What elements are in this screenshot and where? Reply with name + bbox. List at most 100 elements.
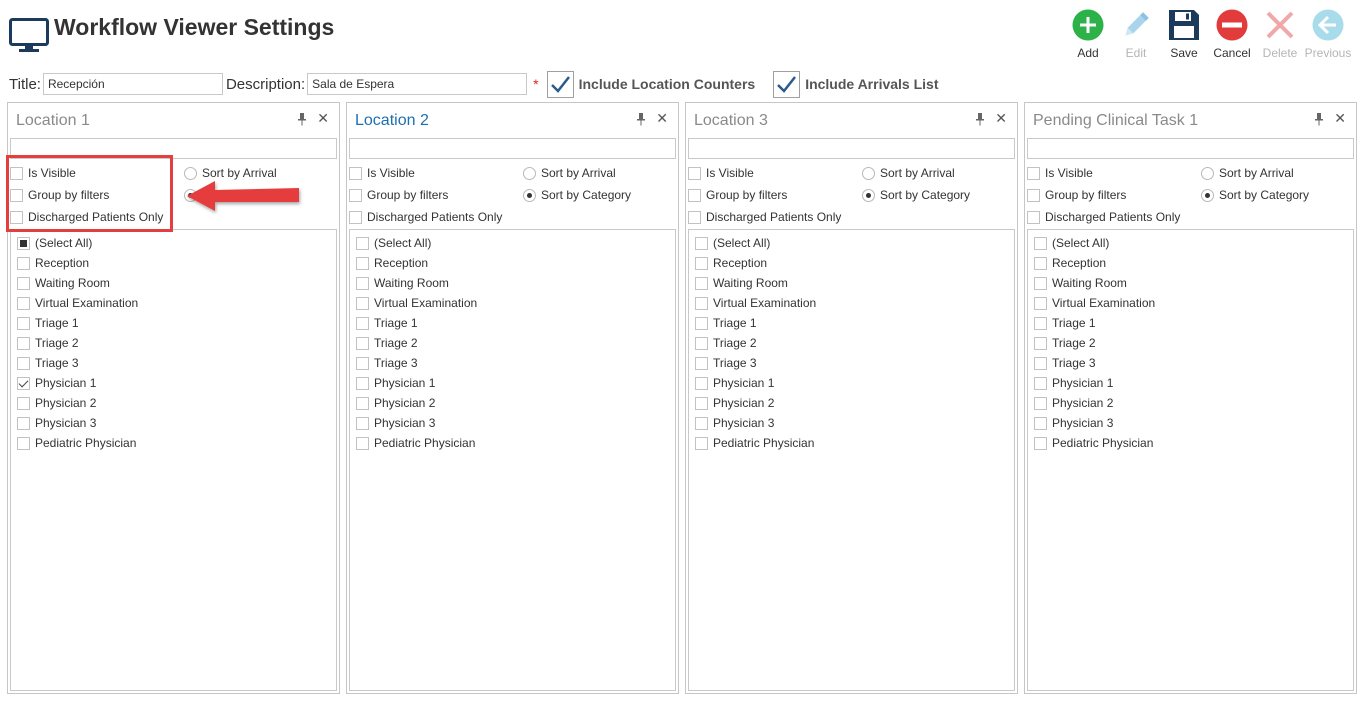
list-item[interactable]: Reception (350, 253, 675, 273)
list-item-checkbox[interactable] (1034, 336, 1047, 350)
pin-icon[interactable] (636, 112, 646, 126)
list-item-checkbox[interactable] (1034, 316, 1047, 330)
list-item[interactable]: Virtual Examination (11, 293, 336, 313)
list-item-checkbox[interactable] (356, 356, 369, 370)
radio-circle[interactable] (523, 188, 536, 202)
list-item[interactable]: Physician 2 (689, 393, 1014, 413)
is-visible-checkbox[interactable]: Is Visible (1027, 166, 1093, 180)
list-item[interactable]: (Select All) (1028, 233, 1353, 253)
list-item-checkbox[interactable] (17, 236, 30, 250)
delete-button[interactable]: Delete (1257, 8, 1303, 60)
save-button[interactable]: Save (1161, 8, 1207, 60)
list-item-checkbox[interactable] (17, 316, 30, 330)
list-item[interactable]: Physician 2 (1028, 393, 1353, 413)
list-item-checkbox[interactable] (1034, 376, 1047, 390)
list-item[interactable]: Triage 2 (350, 333, 675, 353)
panel-search-input[interactable] (1027, 138, 1354, 159)
list-item-checkbox[interactable] (17, 376, 30, 390)
sort-by-category-radio[interactable]: Sort by Category (523, 188, 631, 202)
list-item-checkbox[interactable] (1034, 356, 1047, 370)
cancel-button[interactable]: Cancel (1209, 8, 1255, 60)
list-item[interactable]: (Select All) (11, 233, 336, 253)
sort-by-category-radio[interactable]: Sort by Category (1201, 188, 1309, 202)
list-item[interactable]: Physician 2 (350, 393, 675, 413)
pin-icon[interactable] (1314, 112, 1324, 126)
list-item[interactable]: Triage 2 (11, 333, 336, 353)
sort-by-category-radio[interactable]: Sort by Category (862, 188, 970, 202)
list-item-checkbox[interactable] (1034, 276, 1047, 290)
list-item[interactable]: Physician 3 (689, 413, 1014, 433)
list-item-checkbox[interactable] (695, 336, 708, 350)
list-item[interactable]: Physician 1 (689, 373, 1014, 393)
list-item[interactable]: Physician 3 (350, 413, 675, 433)
checkbox-box[interactable] (349, 210, 362, 224)
panel-search-input[interactable] (688, 138, 1015, 159)
list-item-checkbox[interactable] (695, 376, 708, 390)
list-item[interactable]: Triage 3 (1028, 353, 1353, 373)
list-item-checkbox[interactable] (17, 356, 30, 370)
list-item[interactable]: Physician 1 (11, 373, 336, 393)
checkbox-box[interactable] (349, 188, 362, 202)
list-item[interactable]: Physician 1 (350, 373, 675, 393)
discharged-patients-only-checkbox[interactable]: Discharged Patients Only (688, 210, 841, 224)
list-item[interactable]: Virtual Examination (689, 293, 1014, 313)
discharged-patients-only-checkbox[interactable]: Discharged Patients Only (1027, 210, 1180, 224)
checkbox-box[interactable] (349, 166, 362, 180)
discharged-patients-only-checkbox[interactable]: Discharged Patients Only (349, 210, 502, 224)
list-item-checkbox[interactable] (17, 436, 30, 450)
close-icon[interactable]: ✕ (317, 111, 329, 125)
sort-by-arrival-radio[interactable]: Sort by Arrival (1201, 166, 1294, 180)
list-item-checkbox[interactable] (356, 416, 369, 430)
list-item[interactable]: Waiting Room (1028, 273, 1353, 293)
list-item[interactable]: Pediatric Physician (11, 433, 336, 453)
list-item-checkbox[interactable] (1034, 416, 1047, 430)
list-item-checkbox[interactable] (695, 296, 708, 310)
list-item[interactable]: Triage 1 (689, 313, 1014, 333)
list-item-checkbox[interactable] (695, 416, 708, 430)
list-item-checkbox[interactable] (17, 336, 30, 350)
list-item[interactable]: Physician 2 (11, 393, 336, 413)
title-input[interactable] (42, 73, 223, 95)
checkbox-box[interactable] (1027, 188, 1040, 202)
list-item[interactable]: Waiting Room (11, 273, 336, 293)
checkbox-box[interactable] (688, 166, 701, 180)
list-item[interactable]: (Select All) (689, 233, 1014, 253)
radio-circle[interactable] (1201, 166, 1214, 180)
list-item-checkbox[interactable] (695, 276, 708, 290)
list-item-checkbox[interactable] (356, 296, 369, 310)
list-item[interactable]: Triage 2 (1028, 333, 1353, 353)
list-item[interactable]: Reception (11, 253, 336, 273)
list-item[interactable]: Pediatric Physician (350, 433, 675, 453)
list-item-checkbox[interactable] (1034, 236, 1047, 250)
list-item[interactable]: (Select All) (350, 233, 675, 253)
list-item-checkbox[interactable] (695, 356, 708, 370)
list-item[interactable]: Waiting Room (350, 273, 675, 293)
list-item[interactable]: Pediatric Physician (1028, 433, 1353, 453)
list-item-checkbox[interactable] (356, 376, 369, 390)
list-item-checkbox[interactable] (1034, 256, 1047, 270)
description-input[interactable] (307, 73, 528, 95)
radio-circle[interactable] (523, 166, 536, 180)
list-item-checkbox[interactable] (356, 236, 369, 250)
list-item-checkbox[interactable] (17, 256, 30, 270)
list-item[interactable]: Physician 3 (1028, 413, 1353, 433)
list-item[interactable]: Reception (689, 253, 1014, 273)
list-item[interactable]: Triage 2 (689, 333, 1014, 353)
list-item[interactable]: Virtual Examination (350, 293, 675, 313)
pin-icon[interactable] (975, 112, 985, 126)
radio-circle[interactable] (862, 166, 875, 180)
group-by-filters-checkbox[interactable]: Group by filters (688, 188, 787, 202)
list-item-checkbox[interactable] (695, 256, 708, 270)
list-item-checkbox[interactable] (695, 316, 708, 330)
list-item[interactable]: Triage 3 (11, 353, 336, 373)
list-item-checkbox[interactable] (1034, 396, 1047, 410)
list-item-checkbox[interactable] (695, 436, 708, 450)
close-icon[interactable]: ✕ (1334, 111, 1346, 125)
close-icon[interactable]: ✕ (995, 111, 1007, 125)
list-item-checkbox[interactable] (1034, 436, 1047, 450)
panel-search-input[interactable] (349, 138, 676, 159)
list-item-checkbox[interactable] (17, 396, 30, 410)
list-item[interactable]: Waiting Room (689, 273, 1014, 293)
list-item-checkbox[interactable] (1034, 296, 1047, 310)
list-item-checkbox[interactable] (695, 396, 708, 410)
